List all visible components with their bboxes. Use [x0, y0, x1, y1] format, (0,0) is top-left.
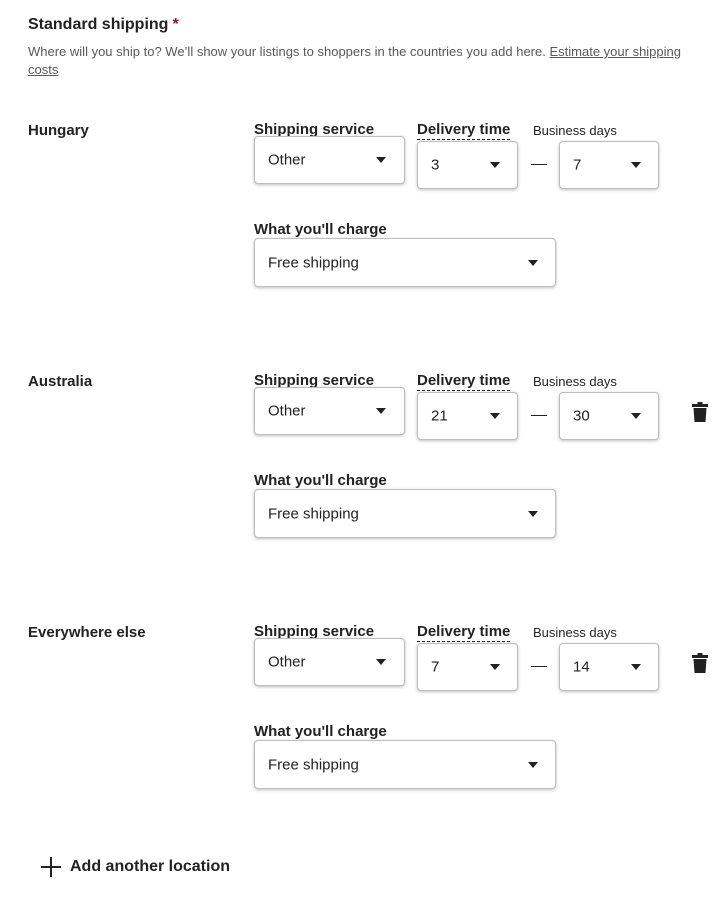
min-days-value: 3: [431, 156, 440, 174]
caret-down-icon: [490, 664, 500, 670]
country-name: Everywhere else: [28, 624, 146, 641]
location-row-australia: Australia Shipping service Delivery time…: [0, 372, 728, 573]
min-days-value: 21: [431, 407, 448, 425]
section-title-text: Standard shipping: [28, 16, 169, 33]
business-days-label: Business days: [533, 374, 617, 389]
charge-value: Free shipping: [268, 756, 359, 773]
max-days-value: 14: [573, 658, 590, 676]
trash-icon[interactable]: [692, 402, 708, 422]
caret-down-icon: [490, 162, 500, 168]
standard-shipping-section: Standard shipping * Where will you ship t…: [0, 0, 728, 908]
charge-label: What you'll charge: [254, 723, 387, 740]
caret-down-icon: [528, 510, 538, 517]
caret-down-icon: [376, 157, 386, 163]
delivery-time-label: Delivery time: [417, 372, 511, 391]
shipping-service-select[interactable]: Other: [254, 638, 405, 686]
delivery-time-label: Delivery time: [417, 623, 511, 642]
add-location-button[interactable]: Add another location: [40, 855, 230, 879]
range-dash: [531, 164, 547, 165]
caret-down-icon: [490, 413, 500, 419]
charge-select[interactable]: Free shipping: [254, 740, 556, 789]
required-mark: *: [172, 16, 179, 33]
country-name: Australia: [28, 373, 93, 390]
charge-select[interactable]: Free shipping: [254, 238, 556, 287]
max-days-value: 7: [573, 156, 582, 174]
shipping-service-value: Other: [268, 151, 306, 169]
caret-down-icon: [631, 413, 641, 419]
caret-down-icon: [528, 259, 538, 266]
range-dash: [531, 666, 547, 667]
trash-icon[interactable]: [692, 653, 708, 673]
location-row-hungary: Hungary Shipping service Delivery time B…: [0, 121, 728, 322]
caret-down-icon: [376, 408, 386, 414]
business-days-label: Business days: [533, 123, 617, 138]
charge-value: Free shipping: [268, 505, 359, 522]
min-days-select[interactable]: 21: [417, 392, 518, 440]
max-days-select[interactable]: 30: [559, 392, 659, 440]
country-name: Hungary: [28, 122, 89, 139]
charge-value: Free shipping: [268, 254, 359, 271]
location-row-everywhere-else: Everywhere else Shipping service Deliver…: [0, 623, 728, 824]
charge-select[interactable]: Free shipping: [254, 489, 556, 538]
min-days-select[interactable]: 7: [417, 643, 518, 691]
section-title: Standard shipping *: [28, 16, 179, 34]
caret-down-icon: [631, 664, 641, 670]
caret-down-icon: [376, 659, 386, 665]
min-days-value: 7: [431, 658, 440, 676]
delivery-time-label: Delivery time: [417, 121, 511, 140]
caret-down-icon: [631, 162, 641, 168]
min-days-select[interactable]: 3: [417, 141, 518, 189]
business-days-label: Business days: [533, 625, 617, 640]
charge-label: What you'll charge: [254, 221, 387, 238]
shipping-service-value: Other: [268, 653, 306, 671]
caret-down-icon: [528, 761, 538, 768]
plus-icon: [41, 857, 61, 877]
max-days-value: 30: [573, 407, 590, 425]
add-location-label: Add another location: [70, 858, 230, 875]
range-dash: [531, 415, 547, 416]
shipping-service-value: Other: [268, 402, 306, 420]
shipping-service-select[interactable]: Other: [254, 136, 405, 184]
max-days-select[interactable]: 14: [559, 643, 659, 691]
max-days-select[interactable]: 7: [559, 141, 659, 189]
shipping-service-select[interactable]: Other: [254, 387, 405, 435]
section-description: Where will you ship to? We’ll show your …: [28, 43, 698, 79]
charge-label: What you'll charge: [254, 472, 387, 489]
description-text: Where will you ship to? We’ll show your …: [28, 44, 546, 59]
